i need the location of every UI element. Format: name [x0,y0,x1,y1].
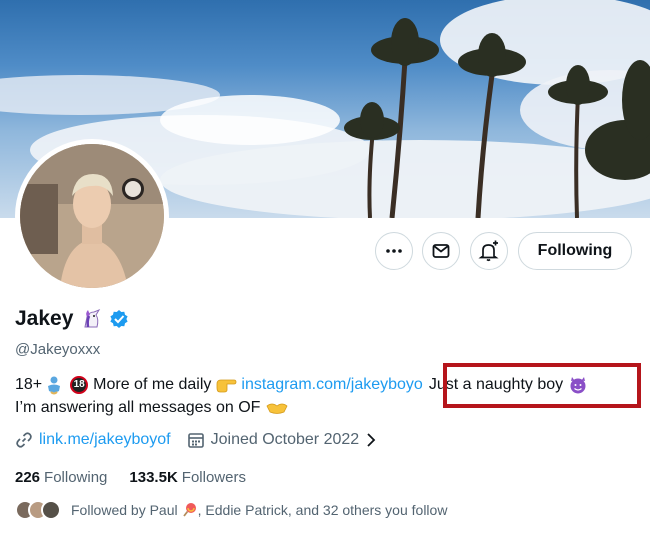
highlight-box [443,363,641,408]
genie-icon [48,376,61,394]
bio-age: 18+ [15,376,43,393]
followed-by-suffix: , Eddie Patrick, and 32 others you follo… [197,502,448,518]
mini-avatar [41,500,61,520]
website-link[interactable]: link.me/jakeyboyof [39,431,171,449]
joined-date[interactable]: Joined October 2022 [187,431,378,449]
unicorn-icon [84,308,101,328]
verified-icon [110,310,129,328]
joined-text: Joined October 2022 [210,431,360,448]
bio-text: More of me daily [93,376,212,393]
notify-button[interactable] [470,232,508,270]
adult-badge-icon: 18 [70,375,89,394]
bio-text-2: I’m answering all messages on OF [15,399,261,416]
pointing-hand-icon [217,379,237,392]
lollipop-icon [182,503,196,517]
more-button[interactable] [375,232,413,270]
handshake-icon [266,403,288,414]
notify-icon [478,240,499,262]
handle: @Jakeyoxxx [15,341,101,358]
followed-by[interactable]: Followed by Paul , Eddie Patrick, and 32… [15,500,447,520]
following-count-link[interactable]: 226 Following [15,469,107,486]
name-row: Jakey [15,307,129,331]
link-icon [16,432,32,448]
profile-stats: 226 Following 133.5K Followers [15,469,246,486]
chevron-right-icon [367,433,376,447]
display-name: Jakey [15,307,74,330]
more-icon [386,249,402,253]
avatar-photo [20,144,164,288]
calendar-icon [187,433,204,448]
website[interactable]: link.me/jakeyboyof [15,431,171,449]
followers-count-link[interactable]: 133.5K Followers [129,469,246,486]
instagram-link[interactable]: instagram.com/jakeyboyo [241,373,422,396]
followed-by-prefix: Followed by Paul [71,502,178,518]
message-button[interactable] [422,232,460,270]
avatar[interactable] [15,139,169,293]
profile-meta: link.me/jakeyboyof Joined October 2022 [15,431,393,449]
following-button[interactable]: Following [518,232,632,270]
message-icon [432,244,450,258]
